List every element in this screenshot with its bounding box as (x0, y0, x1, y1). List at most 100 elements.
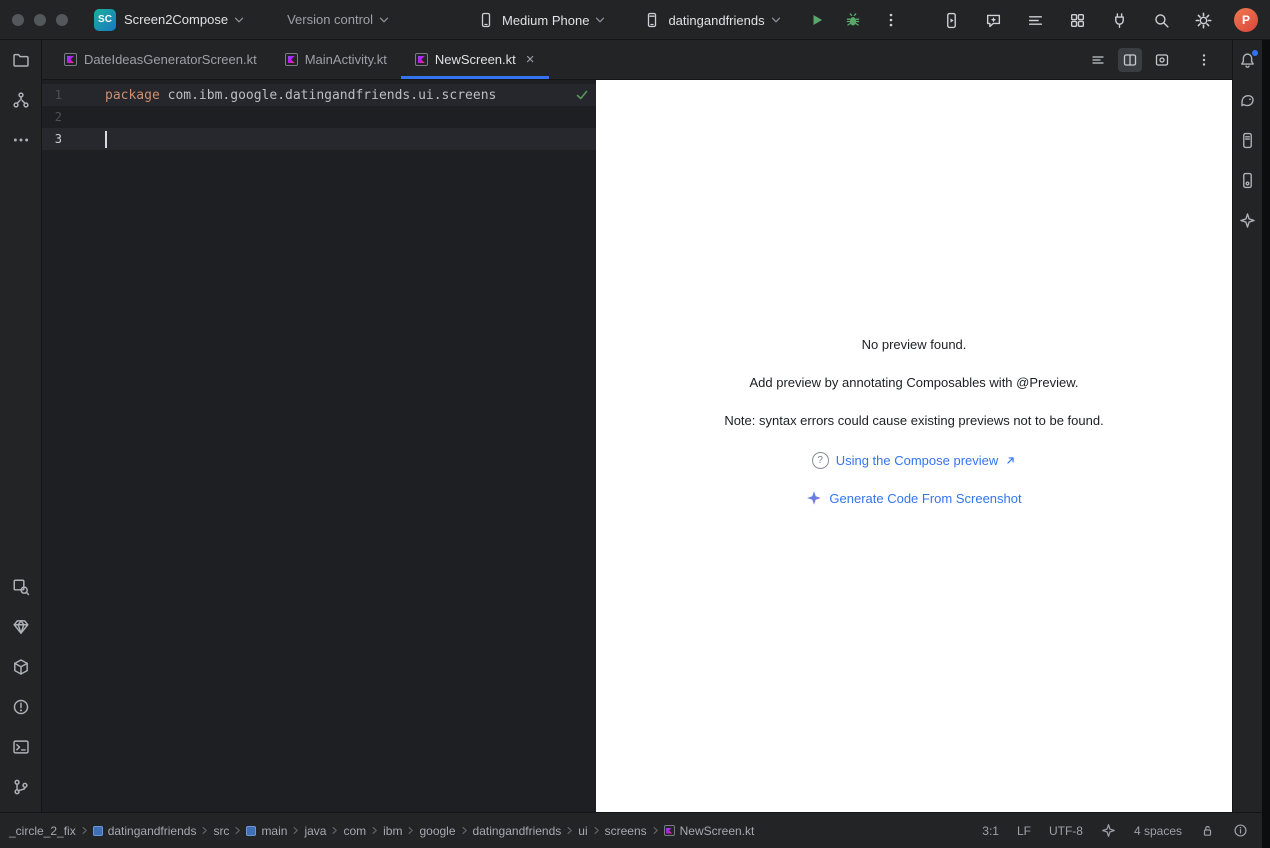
minimize-window-button[interactable] (34, 14, 46, 26)
gear-icon (1195, 12, 1212, 29)
phone-play-icon (943, 12, 960, 29)
tab-newscreen[interactable]: NewScreen.kt × (401, 40, 549, 79)
settings-button[interactable] (1192, 9, 1214, 31)
info-circle-icon (1233, 823, 1248, 838)
problems-button[interactable] (4, 690, 38, 724)
gemini-side-button[interactable] (1234, 206, 1262, 234)
status-line-separator[interactable]: LF (1017, 824, 1031, 838)
design-view-button[interactable] (1150, 48, 1174, 72)
status-caret-position[interactable]: 3:1 (982, 824, 999, 838)
terminal-button[interactable] (4, 730, 38, 764)
version-control-tool-button[interactable] (4, 770, 38, 804)
warning-circle-icon (12, 698, 30, 716)
device-manager-side-button[interactable] (1234, 166, 1262, 194)
right-tool-stripe (1232, 40, 1262, 812)
logcat-button[interactable] (1024, 9, 1046, 31)
editor-options-button[interactable] (1192, 48, 1216, 72)
project-selector[interactable]: Screen2Compose (116, 0, 245, 40)
structure-tool-button[interactable] (4, 83, 38, 117)
build-button[interactable] (4, 650, 38, 684)
kotlin-file-icon (415, 53, 428, 66)
generate-link-label: Generate Code From Screenshot (829, 491, 1021, 506)
app-quality-insights-button[interactable] (4, 610, 38, 644)
close-window-button[interactable] (12, 14, 24, 26)
status-gemini-widget[interactable] (1101, 823, 1116, 838)
code-text: com.ibm.google.datingandfriends.ui.scree… (160, 88, 497, 103)
breadcrumb: _circle_2_fix datingandfriends src main … (8, 824, 755, 838)
run-configuration-selector[interactable]: datingandfriends (644, 0, 781, 40)
device-manager-button[interactable] (1066, 9, 1088, 31)
breadcrumb-item[interactable]: NewScreen.kt (663, 824, 756, 838)
debug-button[interactable] (842, 9, 864, 31)
window-controls (12, 14, 68, 26)
chevron-right-icon (291, 826, 300, 835)
split-view-button[interactable] (1118, 48, 1142, 72)
line-number: 3 (42, 132, 62, 146)
status-indent[interactable]: 4 spaces (1134, 824, 1182, 838)
status-inspections-widget[interactable] (1233, 823, 1248, 838)
scrollbar-track[interactable] (1262, 40, 1270, 848)
hierarchy-icon (12, 91, 30, 109)
project-badge: SC (94, 9, 116, 31)
sdk-sync-button[interactable] (1108, 9, 1130, 31)
tab-dateideasgeneratorscreen[interactable]: DateIdeasGeneratorScreen.kt (50, 40, 271, 79)
app-module-icon (644, 12, 660, 28)
kebab-icon (1196, 52, 1212, 68)
code-editor[interactable]: 1 package com.ibm.google.datingandfriend… (42, 80, 596, 812)
docs-link-label: Using the Compose preview (836, 453, 999, 468)
preview-message-hint: Add preview by annotating Composables wi… (750, 375, 1079, 390)
breadcrumb-item[interactable]: src (212, 824, 230, 838)
gemini-assistant-button[interactable] (982, 9, 1004, 31)
version-control-label: Version control (287, 12, 373, 27)
breadcrumb-item[interactable]: datingandfriends (92, 824, 198, 838)
breadcrumb-item[interactable]: _circle_2_fix (8, 824, 77, 838)
statusbar: _circle_2_fix datingandfriends src main … (0, 812, 1262, 848)
terminal-icon (12, 738, 30, 756)
breadcrumb-item[interactable]: google (418, 824, 456, 838)
gradle-button[interactable] (1234, 86, 1262, 114)
close-tab-button[interactable]: × (526, 52, 535, 67)
compose-preview-docs-link[interactable]: ? Using the Compose preview (812, 451, 1017, 469)
breadcrumb-item[interactable]: ibm (382, 824, 403, 838)
code-line[interactable]: 2 (42, 106, 596, 128)
code-view-button[interactable] (1086, 48, 1110, 72)
chevron-right-icon (370, 826, 379, 835)
code-line[interactable]: 1 package com.ibm.google.datingandfriend… (42, 84, 596, 106)
split-view-icon (1122, 52, 1138, 68)
status-readonly-toggle[interactable] (1200, 823, 1215, 838)
device-selector[interactable]: Medium Phone (478, 0, 606, 40)
device-selector-label: Medium Phone (502, 13, 589, 28)
gem-icon (12, 618, 30, 636)
left-tool-stripe (0, 40, 42, 812)
preview-message-note: Note: syntax errors could cause existing… (724, 413, 1103, 428)
breadcrumb-item[interactable]: datingandfriends (472, 824, 563, 838)
code-line-current[interactable]: 3 (42, 128, 596, 150)
inspect-icon (12, 578, 30, 596)
run-button[interactable] (806, 9, 828, 31)
search-everywhere-button[interactable] (1150, 9, 1172, 31)
code-keyword: package (105, 88, 160, 103)
project-tool-button[interactable] (4, 43, 38, 77)
status-encoding[interactable]: UTF-8 (1049, 824, 1083, 838)
breadcrumb-item[interactable]: ui (577, 824, 588, 838)
device-explorer-button[interactable] (1234, 126, 1262, 154)
version-control-menu[interactable]: Version control (279, 0, 390, 40)
maximize-window-button[interactable] (56, 14, 68, 26)
running-devices-button[interactable] (940, 9, 962, 31)
breadcrumb-item[interactable]: main (245, 824, 288, 838)
notifications-button[interactable] (1234, 46, 1262, 74)
chevron-down-icon (233, 14, 245, 26)
more-run-actions-button[interactable] (880, 9, 902, 31)
chevron-down-icon (770, 14, 782, 26)
titlebar: SC Screen2Compose Version control Medium… (0, 0, 1270, 40)
avatar[interactable]: P (1234, 8, 1258, 32)
tab-mainactivity[interactable]: MainActivity.kt (271, 40, 401, 79)
chevron-right-icon (80, 826, 89, 835)
breadcrumb-item[interactable]: java (303, 824, 327, 838)
app-inspection-button[interactable] (4, 570, 38, 604)
inspection-ok-icon[interactable] (574, 87, 590, 103)
more-tool-windows-button[interactable] (4, 123, 38, 157)
breadcrumb-item[interactable]: com (342, 824, 367, 838)
generate-code-from-screenshot-link[interactable]: Generate Code From Screenshot (806, 489, 1021, 507)
breadcrumb-item[interactable]: screens (604, 824, 648, 838)
